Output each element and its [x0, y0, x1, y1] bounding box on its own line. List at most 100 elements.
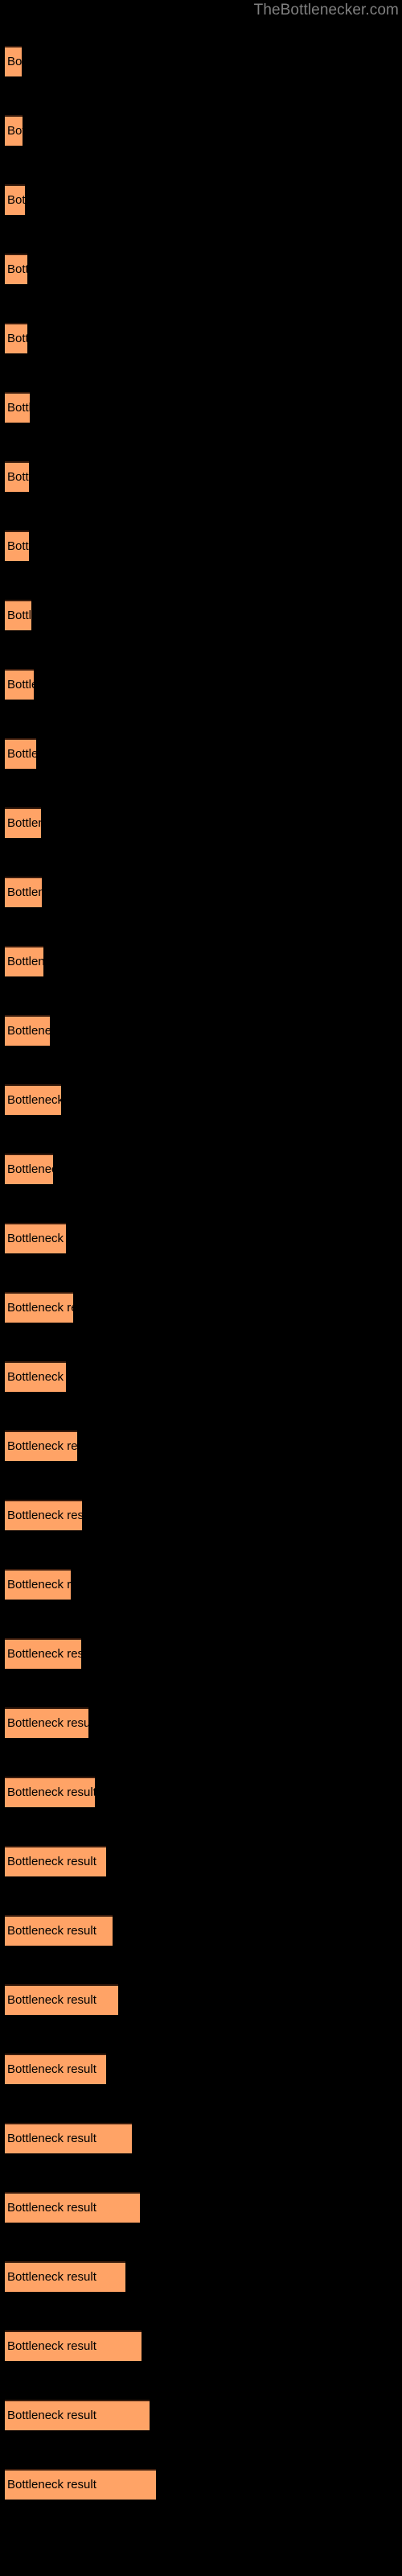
- bar-row: Bottleneck result: [0, 115, 402, 146]
- bar-row: Bottleneck result: [0, 461, 402, 492]
- bar-label: Bottleneck result: [7, 124, 23, 138]
- bar-label: Bottleneck result: [7, 678, 34, 691]
- bar-label: Bottleneck result: [7, 1509, 82, 1522]
- chart-bar[interactable]: Bottleneck result: [5, 600, 31, 630]
- bar-label: Bottleneck result: [7, 1232, 66, 1245]
- chart-bar[interactable]: Bottleneck result: [5, 1430, 77, 1461]
- chart-bar[interactable]: Bottleneck result: [5, 1707, 88, 1738]
- bar-label: Bottleneck result: [7, 2201, 96, 2215]
- chart-bar[interactable]: Bottleneck result: [5, 323, 27, 353]
- chart-bar[interactable]: Bottleneck result: [5, 1223, 66, 1253]
- bar-label: Bottleneck result: [7, 1578, 71, 1591]
- chart-bar[interactable]: Bottleneck result: [5, 461, 29, 492]
- chart-bar[interactable]: Bottleneck result: [5, 2330, 142, 2361]
- chart-bar[interactable]: Bottleneck result: [5, 1154, 53, 1184]
- bars-layer: Bottleneck result Bottleneck result Bottle…: [0, 0, 402, 2576]
- bar-row: Bottleneck result: [0, 2261, 402, 2292]
- bar-row: Bottleneck result: [0, 1430, 402, 1461]
- chart-bar[interactable]: Bottleneck result: [5, 2261, 125, 2292]
- chart-bar[interactable]: Bottleneck result: [5, 877, 42, 907]
- bar-label: Bottleneck result: [7, 747, 36, 761]
- bar-row: Bottleneck result: [0, 1500, 402, 1530]
- bar-label: Bottleneck result: [7, 262, 27, 276]
- bar-row: Bottleneck result: [0, 1915, 402, 1946]
- chart-bar[interactable]: Bottleneck result: [5, 946, 43, 976]
- bar-row: Bottleneck result: [0, 1638, 402, 1669]
- bar-row: Bottleneck result: [0, 1084, 402, 1115]
- bar-label: Bottleneck result: [7, 1301, 73, 1315]
- chart-bar[interactable]: Bottleneck result: [5, 1846, 106, 1876]
- bar-row: Bottleneck result: [0, 1846, 402, 1876]
- bar-label: Bottleneck result: [7, 1024, 50, 1038]
- bar-label: Bottleneck result: [7, 1716, 88, 1730]
- bar-label: Bottleneck result: [7, 401, 30, 415]
- chart-bar[interactable]: Bottleneck result: [5, 1361, 66, 1392]
- chart-bar[interactable]: Bottleneck result: [5, 1638, 81, 1669]
- chart-bar[interactable]: Bottleneck result: [5, 1777, 95, 1807]
- chart-bar[interactable]: Bottleneck result: [5, 1984, 118, 2015]
- bar-label: Bottleneck result: [7, 1993, 96, 2007]
- chart-bar[interactable]: Bottleneck result: [5, 2469, 156, 2500]
- bar-row: Bottleneck result: [0, 946, 402, 976]
- chart-bar[interactable]: Bottleneck result: [5, 2400, 150, 2430]
- bar-row: Bottleneck result: [0, 1361, 402, 1392]
- bar-row: Bottleneck result: [0, 1223, 402, 1253]
- bar-label: Bottleneck result: [7, 1855, 96, 1868]
- chart-bar[interactable]: Bottleneck result: [5, 530, 29, 561]
- bar-row: Bottleneck result: [0, 1984, 402, 2015]
- bar-row: Bottleneck result: [0, 877, 402, 907]
- bar-label: Bottleneck result: [7, 2132, 96, 2145]
- chart-bar[interactable]: Bottleneck result: [5, 2054, 106, 2084]
- bar-row: Bottleneck result: [0, 392, 402, 423]
- bar-row: Bottleneck result: [0, 1569, 402, 1600]
- chart-bar[interactable]: Bottleneck result: [5, 807, 41, 838]
- bar-label: Bottleneck result: [7, 193, 25, 207]
- chart-bar[interactable]: Bottleneck result: [5, 1500, 82, 1530]
- bar-row: Bottleneck result: [0, 1015, 402, 1046]
- bar-row: Bottleneck result: [0, 669, 402, 700]
- bar-label: Bottleneck result: [7, 2339, 96, 2353]
- bar-label: Bottleneck result: [7, 1370, 66, 1384]
- bar-row: Bottleneck result: [0, 2469, 402, 2500]
- bar-row: Bottleneck result: [0, 2123, 402, 2153]
- chart-bar[interactable]: Bottleneck result: [5, 1292, 73, 1323]
- chart-bar[interactable]: Bottleneck result: [5, 46, 22, 76]
- bar-label: Bottleneck result: [7, 1924, 96, 1938]
- bar-label: Bottleneck result: [7, 55, 22, 68]
- bar-label: Bottleneck result: [7, 1785, 95, 1799]
- chart-bar[interactable]: Bottleneck result: [5, 115, 23, 146]
- chart-bar[interactable]: Bottleneck result: [5, 738, 36, 769]
- chart-bar[interactable]: Bottleneck result: [5, 2123, 132, 2153]
- bar-row: Bottleneck result: [0, 2054, 402, 2084]
- bar-row: Bottleneck result: [0, 738, 402, 769]
- bar-row: Bottleneck result: [0, 807, 402, 838]
- bar-row: Bottleneck result: [0, 1292, 402, 1323]
- chart-bar[interactable]: Bottleneck result: [5, 1084, 61, 1115]
- bar-row: Bottleneck result: [0, 2192, 402, 2223]
- bar-label: Bottleneck result: [7, 2478, 96, 2491]
- chart-bar[interactable]: Bottleneck result: [5, 1915, 113, 1946]
- chart-bar[interactable]: Bottleneck result: [5, 669, 34, 700]
- bar-label: Bottleneck result: [7, 955, 43, 968]
- bar-label: Bottleneck result: [7, 816, 41, 830]
- bar-row: Bottleneck result: [0, 46, 402, 76]
- bar-label: Bottleneck result: [7, 1647, 81, 1661]
- bar-row: Bottleneck result: [0, 600, 402, 630]
- chart-bar[interactable]: Bottleneck result: [5, 1569, 71, 1600]
- chart-bar[interactable]: Bottleneck result: [5, 2192, 140, 2223]
- bar-row: Bottleneck result: [0, 184, 402, 215]
- bar-label: Bottleneck result: [7, 1162, 53, 1176]
- bar-label: Bottleneck result: [7, 470, 29, 484]
- chart-bar[interactable]: Bottleneck result: [5, 254, 27, 284]
- bar-row: Bottleneck result: [0, 2330, 402, 2361]
- bar-row: Bottleneck result: [0, 2400, 402, 2430]
- bar-label: Bottleneck result: [7, 886, 42, 899]
- bar-row: Bottleneck result: [0, 530, 402, 561]
- chart-bar[interactable]: Bottleneck result: [5, 184, 25, 215]
- bar-chart: TheBottlenecker.com Bottleneck resultBot…: [0, 0, 402, 2576]
- chart-bar[interactable]: Bottleneck result: [5, 392, 30, 423]
- bar-label: Bottleneck result: [7, 2409, 96, 2422]
- bar-label: Bottleneck result: [7, 332, 27, 345]
- chart-bar[interactable]: Bottleneck result: [5, 1015, 50, 1046]
- bar-label: Bottleneck result: [7, 2062, 96, 2076]
